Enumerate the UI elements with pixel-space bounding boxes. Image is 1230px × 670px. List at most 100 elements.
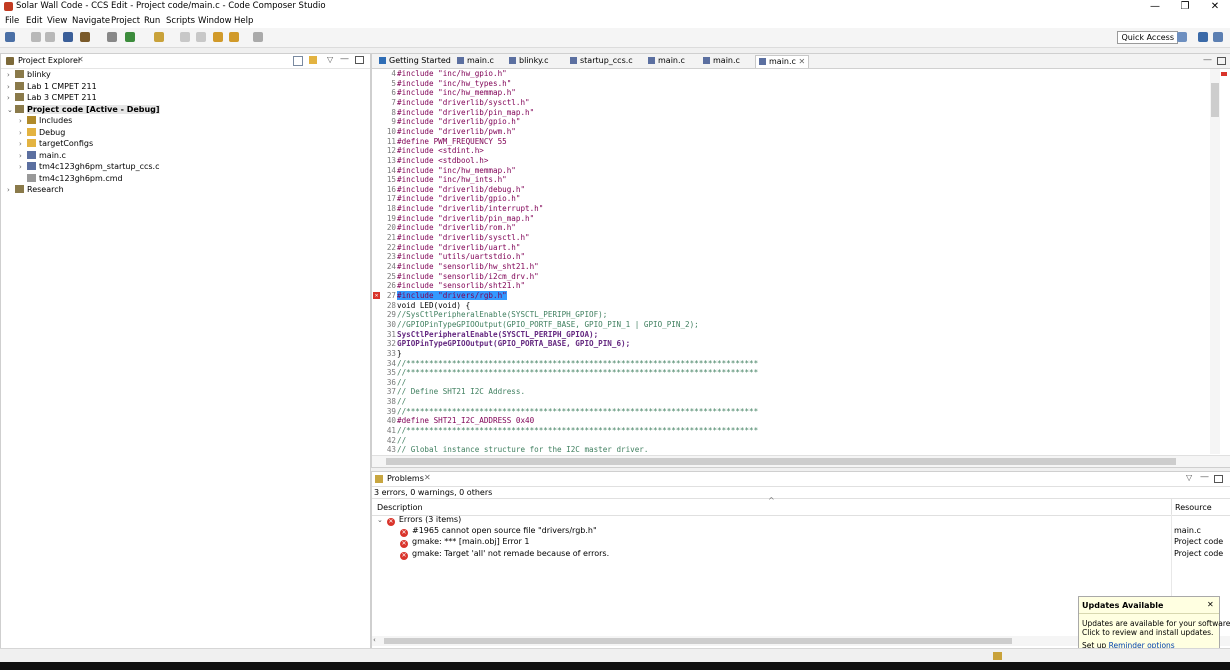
code-line[interactable]: 9#include "driverlib/gpio.h" — [380, 117, 520, 127]
save-all-icon[interactable] — [45, 32, 55, 42]
code-line[interactable]: 17#include "driverlib/gpio.h" — [380, 194, 521, 204]
problems-close-icon[interactable]: ✕ — [424, 473, 431, 482]
debug-icon[interactable] — [125, 32, 135, 42]
overview-error-marker[interactable] — [1221, 72, 1227, 76]
editor-tab[interactable]: blinky.c — [506, 55, 551, 67]
updates-popup[interactable]: Updates Available ✕ Updates are availabl… — [1078, 596, 1230, 654]
tree-item[interactable]: › Includes — [19, 115, 72, 126]
expanded-chevron-icon[interactable]: ⌄ — [7, 105, 15, 116]
collapsed-chevron-icon[interactable]: › — [7, 70, 15, 81]
expand-icon[interactable]: ⌄ — [377, 516, 383, 524]
code-line[interactable]: 15#include "inc/hw_ints.h" — [380, 175, 507, 185]
code-line[interactable]: 41//************************************… — [380, 426, 758, 436]
code-line[interactable]: 39//************************************… — [380, 407, 758, 417]
prev-annotation-icon[interactable] — [180, 32, 190, 42]
column-resource[interactable]: Resource — [1175, 503, 1212, 512]
close-button[interactable]: ✕ — [1200, 0, 1230, 14]
tree-item[interactable]: › Lab 1 CMPET 211 — [7, 81, 97, 92]
problems-view-menu-icon[interactable]: ▽ — [1186, 473, 1192, 482]
forward-icon[interactable] — [253, 32, 263, 42]
code-line[interactable]: 28void LED(void) { — [380, 301, 470, 311]
menu-navigate[interactable]: Navigate — [72, 16, 110, 26]
save-icon[interactable] — [31, 32, 41, 42]
menu-view[interactable]: View — [47, 16, 67, 26]
code-line[interactable]: 35//************************************… — [380, 368, 758, 378]
tree-item[interactable]: tm4c123gh6pm.cmd — [19, 173, 123, 184]
collapsed-chevron-icon[interactable]: › — [19, 162, 27, 173]
code-line[interactable]: 29//SysCtlPeripheralEnable(SYSCTL_PERIPH… — [380, 310, 607, 320]
minimize-view-icon[interactable]: — — [340, 54, 349, 64]
code-area[interactable]: 4#include "inc/hw_gpio.h" 5#include "inc/… — [372, 69, 1208, 454]
menu-help[interactable]: Help — [234, 16, 253, 26]
editor-minimize-icon[interactable]: — — [1203, 55, 1212, 65]
popup-close-icon[interactable]: ✕ — [1207, 600, 1214, 609]
menu-run[interactable]: Run — [144, 16, 160, 26]
editor-maximize-icon[interactable] — [1217, 57, 1226, 65]
menu-edit[interactable]: Edit — [26, 16, 42, 26]
next-annotation-icon[interactable] — [196, 32, 206, 42]
perspective-icon[interactable] — [1177, 32, 1187, 42]
tree-item[interactable]: › blinky — [7, 69, 51, 80]
refresh-icon[interactable] — [107, 32, 117, 42]
collapsed-chevron-icon[interactable]: › — [19, 128, 27, 139]
code-line[interactable]: 36// — [380, 378, 406, 388]
link-editor-icon[interactable] — [309, 56, 317, 64]
code-line[interactable]: 6#include "inc/hw_memmap.h" — [380, 88, 515, 98]
code-line[interactable]: 25#include "sensorlib/i2cm_drv.h" — [380, 272, 539, 282]
code-line[interactable]: 30//GPIOPinTypeGPIOOutput(GPIO_PORTF_BAS… — [380, 320, 699, 330]
code-line[interactable]: 19#include "driverlib/pin_map.h" — [380, 214, 534, 224]
code-line[interactable]: 42// — [380, 436, 406, 446]
problems-maximize-icon[interactable] — [1214, 475, 1223, 483]
code-line[interactable]: 13#include <stdbool.h> — [380, 156, 489, 166]
progress-icon[interactable] — [993, 652, 1002, 660]
menu-file[interactable]: File — [5, 16, 19, 26]
editor-tab[interactable]: main.c — [454, 55, 497, 67]
minimize-button[interactable]: — — [1140, 0, 1170, 14]
back-icon[interactable] — [229, 32, 239, 42]
code-line[interactable]: 32GPIOPinTypeGPIOOutput(GPIO_PORTA_BASE,… — [380, 339, 630, 349]
collapsed-chevron-icon[interactable]: › — [19, 139, 27, 150]
editor-tab[interactable]: main.c — [645, 55, 688, 67]
editor-tab[interactable]: main.c ✕ — [755, 55, 810, 68]
code-line[interactable]: 20#include "driverlib/rom.h" — [380, 223, 516, 233]
ccs-debug-perspective-icon[interactable] — [1213, 32, 1223, 42]
code-line[interactable]: 37// Define SHT21 I2C Address. — [380, 387, 525, 397]
problems-minimize-icon[interactable]: — — [1200, 472, 1209, 482]
build-icon[interactable] — [80, 32, 90, 42]
tree-item[interactable]: › targetConfigs — [19, 138, 93, 149]
code-line[interactable]: 8#include "driverlib/pin_map.h" — [380, 108, 534, 118]
view-menu-icon[interactable]: ▽ — [327, 55, 333, 64]
maximize-view-icon[interactable] — [355, 56, 364, 64]
menu-window[interactable]: Window — [198, 16, 232, 26]
code-line[interactable]: 26#include "sensorlib/sht21.h" — [380, 281, 525, 291]
code-line[interactable]: 33} — [380, 349, 402, 359]
tree-item[interactable]: › main.c — [19, 150, 66, 161]
editor-tab[interactable]: startup_ccs.c — [567, 55, 636, 67]
code-line[interactable]: 4#include "inc/hw_gpio.h" — [380, 69, 506, 79]
terminal-icon[interactable] — [63, 32, 73, 42]
code-line[interactable]: 21#include "driverlib/sysctl.h" — [380, 233, 530, 243]
collapsed-chevron-icon[interactable]: › — [19, 116, 27, 127]
collapsed-chevron-icon[interactable]: › — [7, 93, 15, 104]
problems-hscroll-thumb[interactable] — [384, 638, 1012, 644]
code-line[interactable]: 18#include "driverlib/interrupt.h" — [380, 204, 543, 214]
editor-scroll-thumb[interactable] — [1211, 83, 1219, 117]
close-tab-icon[interactable]: ✕ — [77, 55, 84, 64]
problem-row[interactable]: ✕ gmake: *** [main.obj] Error 1 Project co… — [400, 536, 1230, 549]
tree-item[interactable]: › Research — [7, 184, 64, 195]
code-line[interactable]: 22#include "driverlib/uart.h" — [380, 243, 521, 253]
column-description[interactable]: Description — [377, 503, 423, 512]
ccs-edit-perspective-icon[interactable] — [1198, 32, 1208, 42]
error-marker-icon[interactable]: ✕ — [373, 291, 380, 299]
code-line[interactable]: 31SysCtlPeripheralEnable(SYSCTL_PERIPH_G… — [380, 330, 598, 340]
code-line[interactable]: 7#include "driverlib/sysctl.h" — [380, 98, 529, 108]
problem-row[interactable]: ✕ gmake: Target 'all' not remade because … — [400, 548, 1230, 560]
code-line[interactable]: 43// Global instance structure for the I… — [380, 445, 649, 454]
code-line[interactable]: 40#define SHT21_I2C_ADDRESS 0x40 — [380, 416, 534, 426]
code-line[interactable]: 14#include "inc/hw_memmap.h" — [380, 166, 516, 176]
tree-item[interactable]: › tm4c123gh6pm_startup_ccs.c — [19, 161, 159, 172]
tree-item[interactable]: › Lab 3 CMPET 211 — [7, 92, 97, 103]
code-line[interactable]: 23#include "utils/uartstdio.h" — [380, 252, 525, 262]
flash-icon[interactable] — [154, 32, 164, 42]
restore-button[interactable]: ❐ — [1170, 0, 1200, 14]
